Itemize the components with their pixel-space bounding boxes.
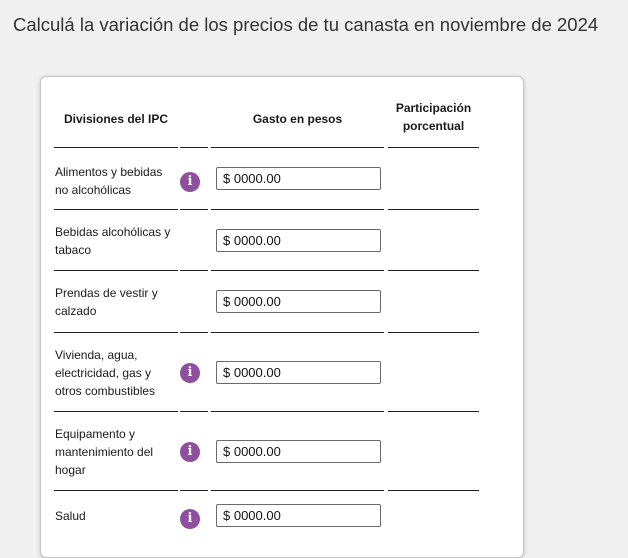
info-icon[interactable]: i bbox=[180, 509, 200, 529]
table-row: Alimentos y bebidas no alcohólicas i bbox=[54, 148, 479, 210]
header-division: Divisiones del IPC bbox=[63, 112, 169, 126]
header-spending: Gasto en pesos bbox=[252, 112, 343, 126]
header-share: Participación porcentual bbox=[395, 101, 472, 133]
division-label: Salud bbox=[55, 509, 86, 523]
amount-input[interactable] bbox=[216, 504, 381, 527]
amount-input[interactable] bbox=[216, 290, 381, 313]
info-icon[interactable]: i bbox=[180, 363, 200, 383]
calculator-card: Divisiones del IPC Gasto en pesos Partic… bbox=[40, 76, 524, 558]
table-row: Equipamento y mantenimiento del hogar i bbox=[54, 412, 479, 491]
info-icon[interactable]: i bbox=[180, 172, 200, 192]
ipc-table: Divisiones del IPC Gasto en pesos Partic… bbox=[54, 77, 479, 553]
division-label: Equipamento y mantenimiento del hogar bbox=[55, 427, 154, 477]
division-label: Bebidas alcohólicas y tabaco bbox=[55, 225, 171, 257]
table-row: Prendas de vestir y calzado bbox=[54, 271, 479, 333]
division-label: Alimentos y bebidas no alcohólicas bbox=[55, 165, 163, 197]
info-icon[interactable]: i bbox=[180, 442, 200, 462]
division-label: Vivienda, agua, electricidad, gas y otro… bbox=[55, 348, 156, 398]
amount-input[interactable] bbox=[216, 167, 381, 190]
table-row: Vivienda, agua, electricidad, gas y otro… bbox=[54, 333, 479, 412]
page-title: Calculá la variación de los precios de t… bbox=[13, 14, 599, 35]
amount-input[interactable] bbox=[216, 361, 381, 384]
table-row: Salud i bbox=[54, 491, 479, 553]
amount-input[interactable] bbox=[216, 440, 381, 463]
table-header-row: Divisiones del IPC Gasto en pesos Partic… bbox=[54, 77, 479, 148]
amount-input[interactable] bbox=[216, 229, 381, 252]
table-row: Bebidas alcohólicas y tabaco bbox=[54, 210, 479, 271]
division-label: Prendas de vestir y calzado bbox=[55, 286, 158, 318]
